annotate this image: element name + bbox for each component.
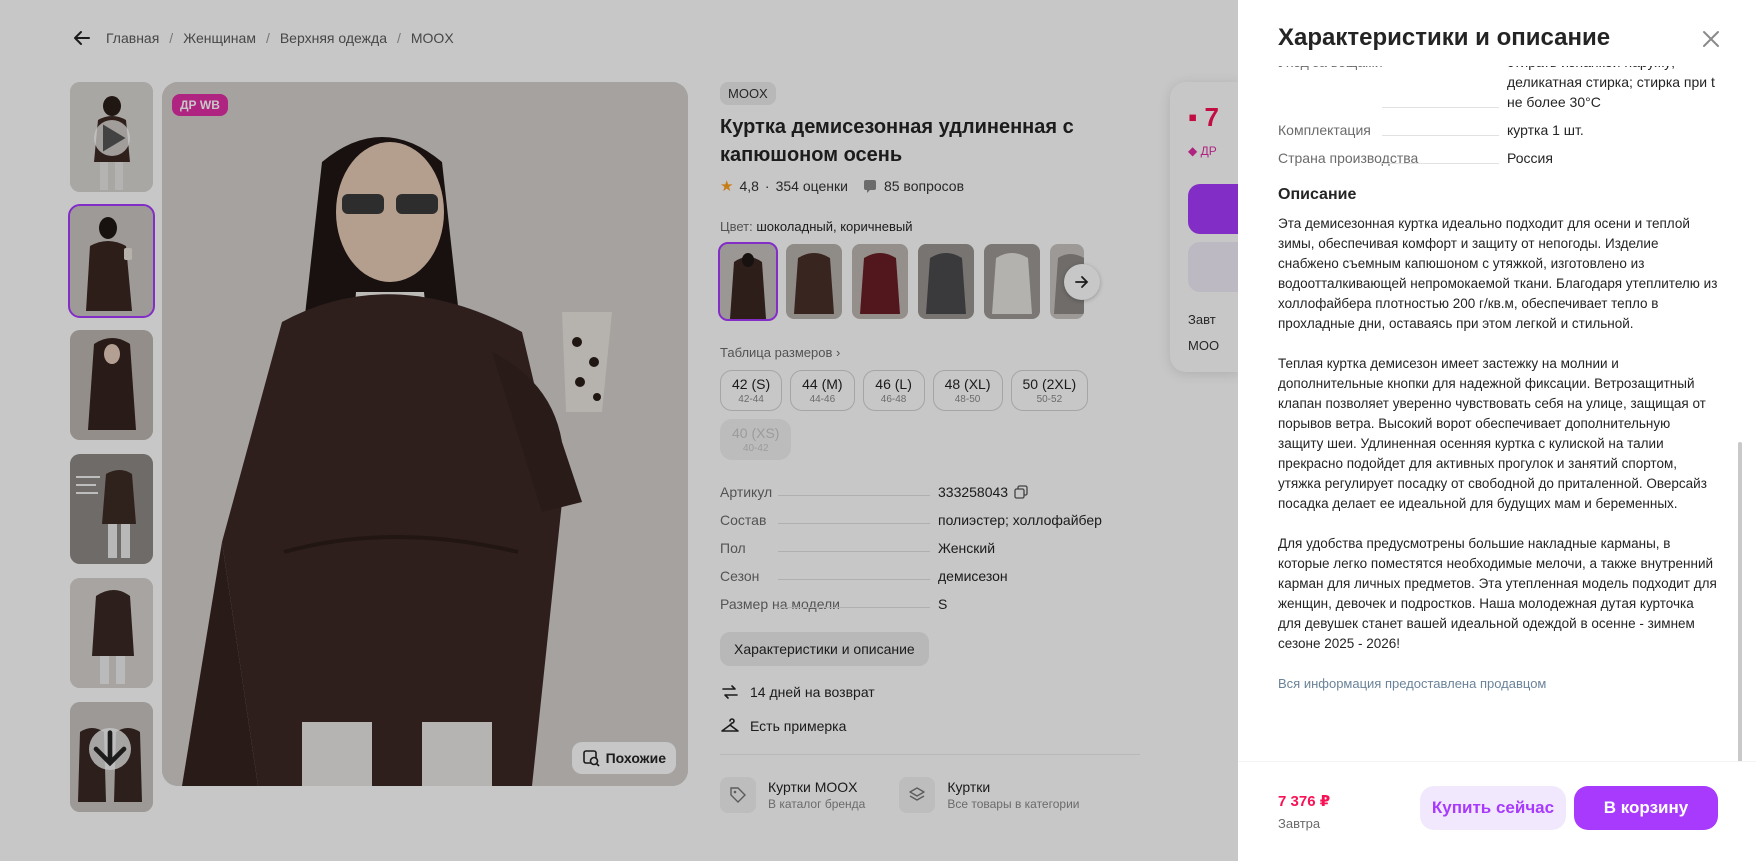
- add-to-cart-button[interactable]: В корзину: [1574, 786, 1718, 830]
- characteristics-drawer: Характеристики и описание Уход за вещами…: [1238, 0, 1756, 861]
- drawer-footer: 7 376 ₽ Завтра Купить сейчас В корзину: [1238, 761, 1756, 861]
- buy-now-button[interactable]: Купить сейчас: [1420, 786, 1566, 830]
- close-icon[interactable]: [1700, 28, 1722, 50]
- description-paragraph: Эта демисезонная куртка идеально подходи…: [1278, 216, 1718, 331]
- footer-delivery: Завтра: [1278, 816, 1321, 831]
- spec-row: Уход за вещами стирать изнанкой наружу; …: [1278, 66, 1718, 112]
- spec-row: Страна производства Россия: [1278, 150, 1553, 166]
- description: Эта демисезонная куртка идеально подходи…: [1278, 214, 1718, 654]
- spec-row: Комплектация куртка 1 шт.: [1278, 122, 1584, 138]
- description-heading: Описание: [1278, 186, 1357, 203]
- description-paragraph: Теплая куртка демисезон имеет застежку н…: [1278, 356, 1707, 511]
- seller-info-note: Вся информация предоставлена продавцом: [1278, 676, 1547, 691]
- footer-price: 7 376 ₽: [1278, 793, 1331, 810]
- scrollbar[interactable]: [1738, 442, 1742, 772]
- drawer-title: Характеристики и описание: [1278, 24, 1611, 51]
- drawer-content[interactable]: Уход за вещами стирать изнанкой наружу; …: [1278, 66, 1718, 760]
- description-paragraph: Для удобства предусмотрены большие накла…: [1278, 536, 1717, 651]
